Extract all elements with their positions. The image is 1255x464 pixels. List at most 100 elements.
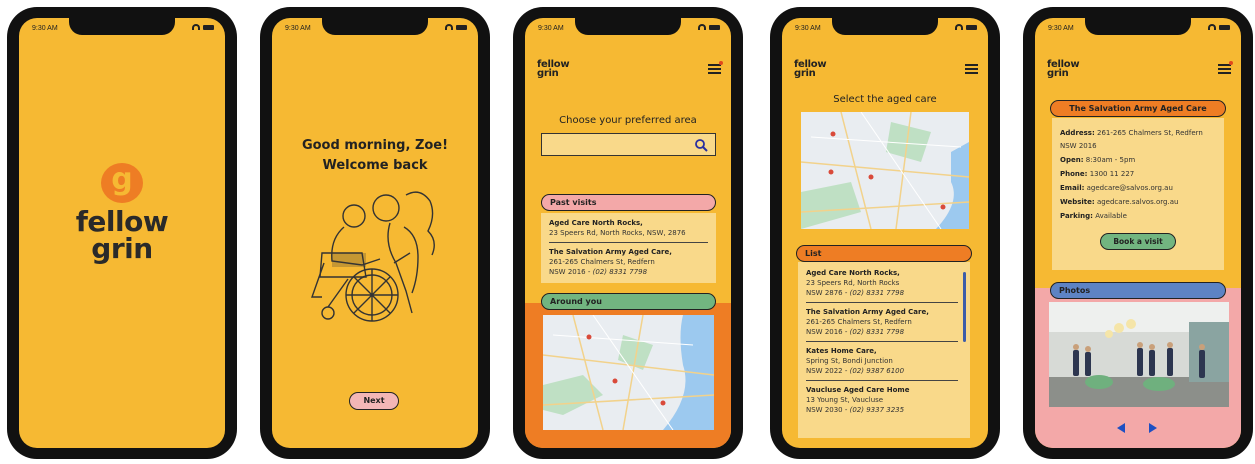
battery-icon (1219, 24, 1230, 30)
book-visit-button[interactable]: Book a visit (1100, 233, 1176, 250)
place-postcode: NSW 2016 - (806, 328, 850, 336)
status-icons (1208, 24, 1230, 30)
detail-open: Open: 8:30am - 5pm (1060, 153, 1216, 167)
hamburger-menu-icon[interactable] (1218, 61, 1233, 75)
place-address: Spring St, Bondi Junction (806, 357, 893, 365)
detail-phone[interactable]: Phone: 1300 11 227 (1060, 167, 1216, 181)
logo-badge: g (101, 163, 143, 203)
parking-label: Parking: (1060, 212, 1093, 220)
aged-care-item[interactable]: Kates Home Care, Spring St, Bondi Juncti… (806, 346, 958, 376)
select-title: Select the aged care (833, 94, 937, 105)
place-phone: (02) 8331 7798 (849, 328, 905, 336)
phone-value: 1300 11 227 (1089, 170, 1135, 178)
choose-area-screen: 9:30 AM fellow grin Choose your preferre… (525, 18, 731, 448)
search-icon[interactable] (694, 138, 708, 152)
phone-splash: 9:30 AM g fellow grin (7, 7, 237, 459)
scrollbar[interactable] (963, 272, 966, 342)
logo-line-2: grin (1047, 68, 1069, 79)
place-phone: (02) 9387 6100 (849, 367, 905, 375)
website-value: agedcare.salvos.org.au (1096, 198, 1179, 206)
phone-choose-area: 9:30 AM fellow grin Choose your preferre… (513, 7, 743, 459)
place-postcode: NSW 2022 - (806, 367, 850, 375)
place-postcode: NSW 2030 - (806, 406, 850, 414)
place-address: 13 Young St, Vaucluse (806, 396, 884, 404)
phone-select: 9:30 AM fellow grin Select the aged care (770, 7, 1000, 459)
aged-care-item[interactable]: Aged Care North Rocks, 23 Speers Rd, Nor… (806, 268, 958, 298)
past-visits-card: Aged Care North Rocks, 23 Speers Rd, Nor… (541, 213, 716, 283)
app-logo[interactable]: fellow grin (537, 60, 570, 79)
wheelchair-illustration (311, 191, 435, 322)
previous-photo-icon[interactable] (1115, 422, 1127, 434)
greeting: Good morning, Zoe! Welcome back (272, 136, 478, 176)
place-postcode: NSW 2016 - (549, 268, 593, 276)
logo-letter: g (111, 162, 133, 197)
status-time: 9:30 AM (285, 25, 311, 32)
place-name: Aged Care North Rocks, (549, 219, 643, 227)
details-screen: 9:30 AM fellow grin The Salvation Army A… (1035, 18, 1241, 448)
past-visit-item[interactable]: Aged Care North Rocks, 23 Speers Rd, Nor… (549, 218, 708, 238)
phone-details: 9:30 AM fellow grin The Salvation Army A… (1023, 7, 1253, 459)
greeting-line: Good morning, Zoe! (301, 138, 449, 153)
past-visit-item[interactable]: The Salvation Army Aged Care, 261-265 Ch… (549, 247, 708, 277)
divider (806, 380, 958, 381)
hamburger-menu-icon[interactable] (965, 64, 978, 75)
next-button[interactable]: Next (349, 392, 399, 410)
status-icons (698, 24, 720, 30)
notch (69, 18, 175, 35)
splash-screen: 9:30 AM g fellow grin (19, 18, 225, 448)
place-name: The Salvation Army Aged Care, (806, 308, 929, 316)
open-value: 8:30am - 5pm (1085, 156, 1136, 164)
place-phone: (02) 9337 3235 (849, 406, 905, 414)
next-photo-icon[interactable] (1147, 422, 1159, 434)
status-time: 9:30 AM (32, 25, 58, 32)
mockup-stage: 9:30 AM g fellow grin 9:30 AM Good morni… (0, 0, 1255, 464)
status-time: 9:30 AM (795, 25, 821, 32)
logo-line-2: grin (91, 232, 153, 265)
detail-email[interactable]: Email: agedcare@salvos.org.au (1060, 181, 1216, 195)
aged-care-item[interactable]: Vaucluse Aged Care Home 13 Young St, Vau… (806, 385, 958, 415)
search-input[interactable] (541, 133, 716, 156)
notch (832, 18, 938, 35)
around-you-map[interactable] (543, 315, 714, 430)
divider (549, 242, 708, 243)
battery-icon (203, 24, 214, 30)
status-time: 9:30 AM (538, 25, 564, 32)
detail-website[interactable]: Website: agedcare.salvos.org.au (1060, 195, 1216, 209)
divider (806, 302, 958, 303)
app-logo[interactable]: fellow grin (794, 60, 827, 79)
logo-line-2: grin (537, 68, 559, 79)
wifi-icon (445, 24, 453, 30)
photo-image[interactable] (1049, 302, 1229, 407)
detail-address: Address: 261-265 Chalmers St, Redfern NS… (1060, 127, 1216, 153)
place-name: The Salvation Army Aged Care, (549, 248, 672, 256)
list-header[interactable]: List (796, 245, 972, 262)
logo-wordmark: fellow grin (19, 208, 225, 265)
detail-parking: Parking: Available (1060, 209, 1216, 223)
aged-care-list: Aged Care North Rocks, 23 Speers Rd, Nor… (798, 262, 970, 438)
past-visits-header[interactable]: Past visits (541, 194, 716, 211)
notch (322, 18, 428, 35)
area-prompt: Choose your preferred area (559, 115, 697, 126)
place-address: 23 Speers Rd, North Rocks (806, 279, 900, 287)
wifi-icon (192, 24, 200, 30)
photos-header[interactable]: Photos (1050, 282, 1226, 299)
place-phone: (02) 8331 7798 (592, 268, 648, 276)
welcome-line: Welcome back (322, 158, 428, 173)
battery-icon (966, 24, 977, 30)
welcome-screen: 9:30 AM Good morning, Zoe! Welcome back (272, 18, 478, 448)
website-label: Website: (1060, 198, 1095, 206)
place-name: Aged Care North Rocks, (806, 269, 900, 277)
place-details-card: Address: 261-265 Chalmers St, Redfern NS… (1052, 118, 1224, 270)
battery-icon (709, 24, 720, 30)
wifi-icon (698, 24, 706, 30)
email-label: Email: (1060, 184, 1085, 192)
divider (806, 341, 958, 342)
aged-care-item[interactable]: The Salvation Army Aged Care, 261-265 Ch… (806, 307, 958, 337)
phone-welcome: 9:30 AM Good morning, Zoe! Welcome back (260, 7, 490, 459)
status-icons (445, 24, 467, 30)
around-you-header[interactable]: Around you (541, 293, 716, 310)
select-map[interactable] (801, 112, 969, 229)
place-phone: (02) 8331 7798 (849, 289, 905, 297)
hamburger-menu-icon[interactable] (708, 61, 723, 75)
app-logo[interactable]: fellow grin (1047, 60, 1080, 79)
